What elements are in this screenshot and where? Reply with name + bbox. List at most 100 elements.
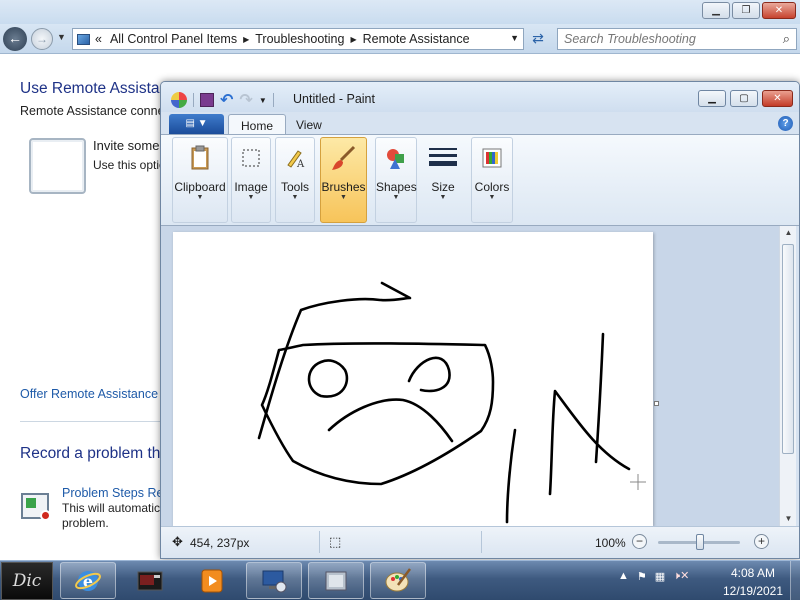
drawing-canvas[interactable] [173, 232, 653, 526]
ribbon-group-size[interactable]: Size ▼ [422, 137, 464, 223]
breadcrumb-item[interactable]: All Control Panel Items [110, 32, 237, 46]
zoom-level: 100% [595, 536, 626, 550]
zoom-out-button[interactable]: − [632, 534, 647, 549]
minimize-button[interactable]: ▁ [702, 2, 730, 19]
breadcrumb-overflow[interactable]: « [95, 32, 102, 46]
drawing-stroke [548, 389, 631, 496]
taskbar-internet-explorer[interactable]: e [60, 562, 116, 599]
clock-time[interactable]: 4:08 AM [718, 566, 788, 580]
breadcrumb-separator-icon[interactable]: ▶ [243, 35, 249, 44]
invite-option-description: Use this optio [93, 158, 166, 172]
clipboard-icon [191, 145, 209, 170]
paint-icon [385, 567, 411, 591]
resize-handle[interactable] [654, 401, 659, 406]
show-desktop-button[interactable] [790, 561, 800, 600]
record-problem-heading: Record a problem th [20, 445, 161, 462]
tab-home[interactable]: Home [228, 114, 287, 135]
chevron-down-icon: ▼ [488, 194, 496, 201]
show-hidden-icons-icon[interactable]: ▲ [618, 570, 629, 582]
arrow-left-icon: ← [8, 30, 22, 46]
ribbon-home: Clipboard ▼ Image ▼ A Tools ▼ Brushes ▼ … [161, 134, 799, 226]
chevron-down-icon: ▼ [439, 194, 447, 201]
remote-assistance-subtitle: Remote Assistance connec [20, 104, 171, 118]
undo-icon[interactable]: ↶ [220, 90, 233, 110]
recent-pages-dropdown[interactable]: ▼ [57, 32, 66, 42]
tools-icon: A [287, 150, 305, 170]
tab-view[interactable]: View [284, 114, 334, 135]
chevron-down-icon: ▼ [196, 194, 204, 201]
scroll-down-icon[interactable]: ▼ [780, 512, 797, 526]
photo-app-icon [137, 571, 163, 590]
chevron-down-icon: ▼ [291, 194, 299, 201]
taskbar-paint[interactable] [370, 562, 426, 599]
taskbar-photo-app[interactable] [122, 562, 178, 599]
taskbar: Dic e ▲ ⚑ ▦ 🕨✕ 4:08 AM 12/19/2021 [0, 560, 800, 600]
help-icon[interactable]: ? [778, 116, 793, 131]
explorer-navbar: ← → ▼ « All Control Panel Items ▶ Troubl… [0, 24, 800, 54]
ribbon-group-brushes[interactable]: Brushes ▼ [320, 137, 367, 223]
search-placeholder: Search Troubleshooting [564, 32, 696, 46]
address-bar[interactable]: « All Control Panel Items ▶ Troubleshoot… [72, 28, 524, 50]
back-button[interactable]: ← [3, 27, 27, 51]
clock-date[interactable]: 12/19/2021 [718, 584, 788, 598]
invite-option-title[interactable]: Invite some [93, 138, 159, 153]
ribbon-group-tools[interactable]: A Tools ▼ [275, 137, 315, 223]
ribbon-group-label: Clipboard [174, 180, 226, 194]
scroll-up-icon[interactable]: ▲ [780, 226, 797, 240]
taskbar-media-player[interactable] [184, 562, 240, 599]
address-dropdown-icon[interactable]: ▼ [510, 33, 519, 43]
zoom-slider-thumb[interactable] [696, 534, 704, 550]
drawing-stroke [594, 332, 605, 464]
paint-maximize-button[interactable]: ▢ [730, 90, 758, 107]
menu-icon: ▤ ▼ [185, 118, 208, 129]
maximize-button[interactable]: ❐ [732, 2, 760, 19]
volume-muted-icon[interactable]: 🕨✕ [673, 569, 689, 583]
close-button[interactable]: ✕ [762, 2, 796, 19]
internet-explorer-icon: e [75, 570, 101, 591]
paint-minimize-button[interactable]: ▁ [698, 90, 726, 107]
refresh-icon[interactable]: ⇄ [528, 30, 548, 48]
flag-icon[interactable]: ⚑ [637, 570, 647, 583]
ribbon-group-clipboard[interactable]: Clipboard ▼ [172, 137, 228, 223]
paint-window-controls: ▁ ▢ ✕ [698, 90, 793, 107]
paint-menu-button[interactable]: ▤ ▼ [169, 114, 224, 134]
ribbon-group-label: Tools [280, 180, 309, 194]
canvas-workspace[interactable] [161, 226, 779, 526]
ribbon-group-label: Image [234, 180, 268, 194]
start-button[interactable]: Dic [1, 562, 53, 600]
redo-icon[interactable]: ↷ [239, 90, 252, 110]
vertical-scrollbar[interactable]: ▲ ▼ [779, 226, 796, 526]
drawing-stroke [327, 398, 454, 443]
search-icon[interactable]: ⌕ [783, 31, 790, 47]
taskbar-system-app[interactable] [308, 562, 364, 599]
forward-button[interactable]: → [31, 28, 53, 50]
scrollbar-thumb[interactable] [782, 244, 794, 454]
network-icon[interactable]: ▦ [655, 570, 665, 583]
offer-remote-assistance-link[interactable]: Offer Remote Assistance to [20, 387, 172, 401]
invite-tile-icon[interactable] [29, 138, 86, 194]
zoom-in-button[interactable]: + [754, 534, 769, 549]
paint-window: ↶ ↷ ▼ Untitled - Paint ▁ ▢ ✕ ▤ ▼ Home Vi… [160, 81, 800, 559]
cursor-position-readout: 454, 237px [190, 536, 250, 550]
save-icon[interactable] [200, 93, 214, 107]
ribbon-group-image[interactable]: Image ▼ [231, 137, 271, 223]
toolbar-separator [272, 93, 274, 107]
paint-app-icon[interactable] [171, 92, 187, 108]
ribbon-group-colors[interactable]: Colors ▼ [471, 137, 513, 223]
shapes-icon [387, 149, 404, 169]
breadcrumb-item[interactable]: Troubleshooting [255, 32, 344, 46]
search-input[interactable]: Search Troubleshooting ⌕ [557, 28, 797, 50]
cursor-position-icon: ✥ [172, 534, 183, 549]
breadcrumb-separator-icon[interactable]: ▶ [350, 35, 356, 44]
breadcrumb-item[interactable]: Remote Assistance [363, 32, 470, 46]
paint-close-button[interactable]: ✕ [762, 90, 793, 107]
problem-steps-recorder-link[interactable]: Problem Steps Rec [62, 486, 170, 500]
ribbon-group-label: Colors [474, 180, 510, 194]
taskbar-remote-assistance[interactable] [246, 562, 302, 599]
problem-steps-recorder-icon[interactable] [21, 493, 51, 521]
system-app-icon [325, 571, 347, 590]
ribbon-group-shapes[interactable]: Shapes ▼ [375, 137, 417, 223]
status-divider [319, 531, 320, 553]
brush-icon [331, 145, 355, 170]
customize-toolbar-icon[interactable]: ▼ [259, 96, 267, 105]
